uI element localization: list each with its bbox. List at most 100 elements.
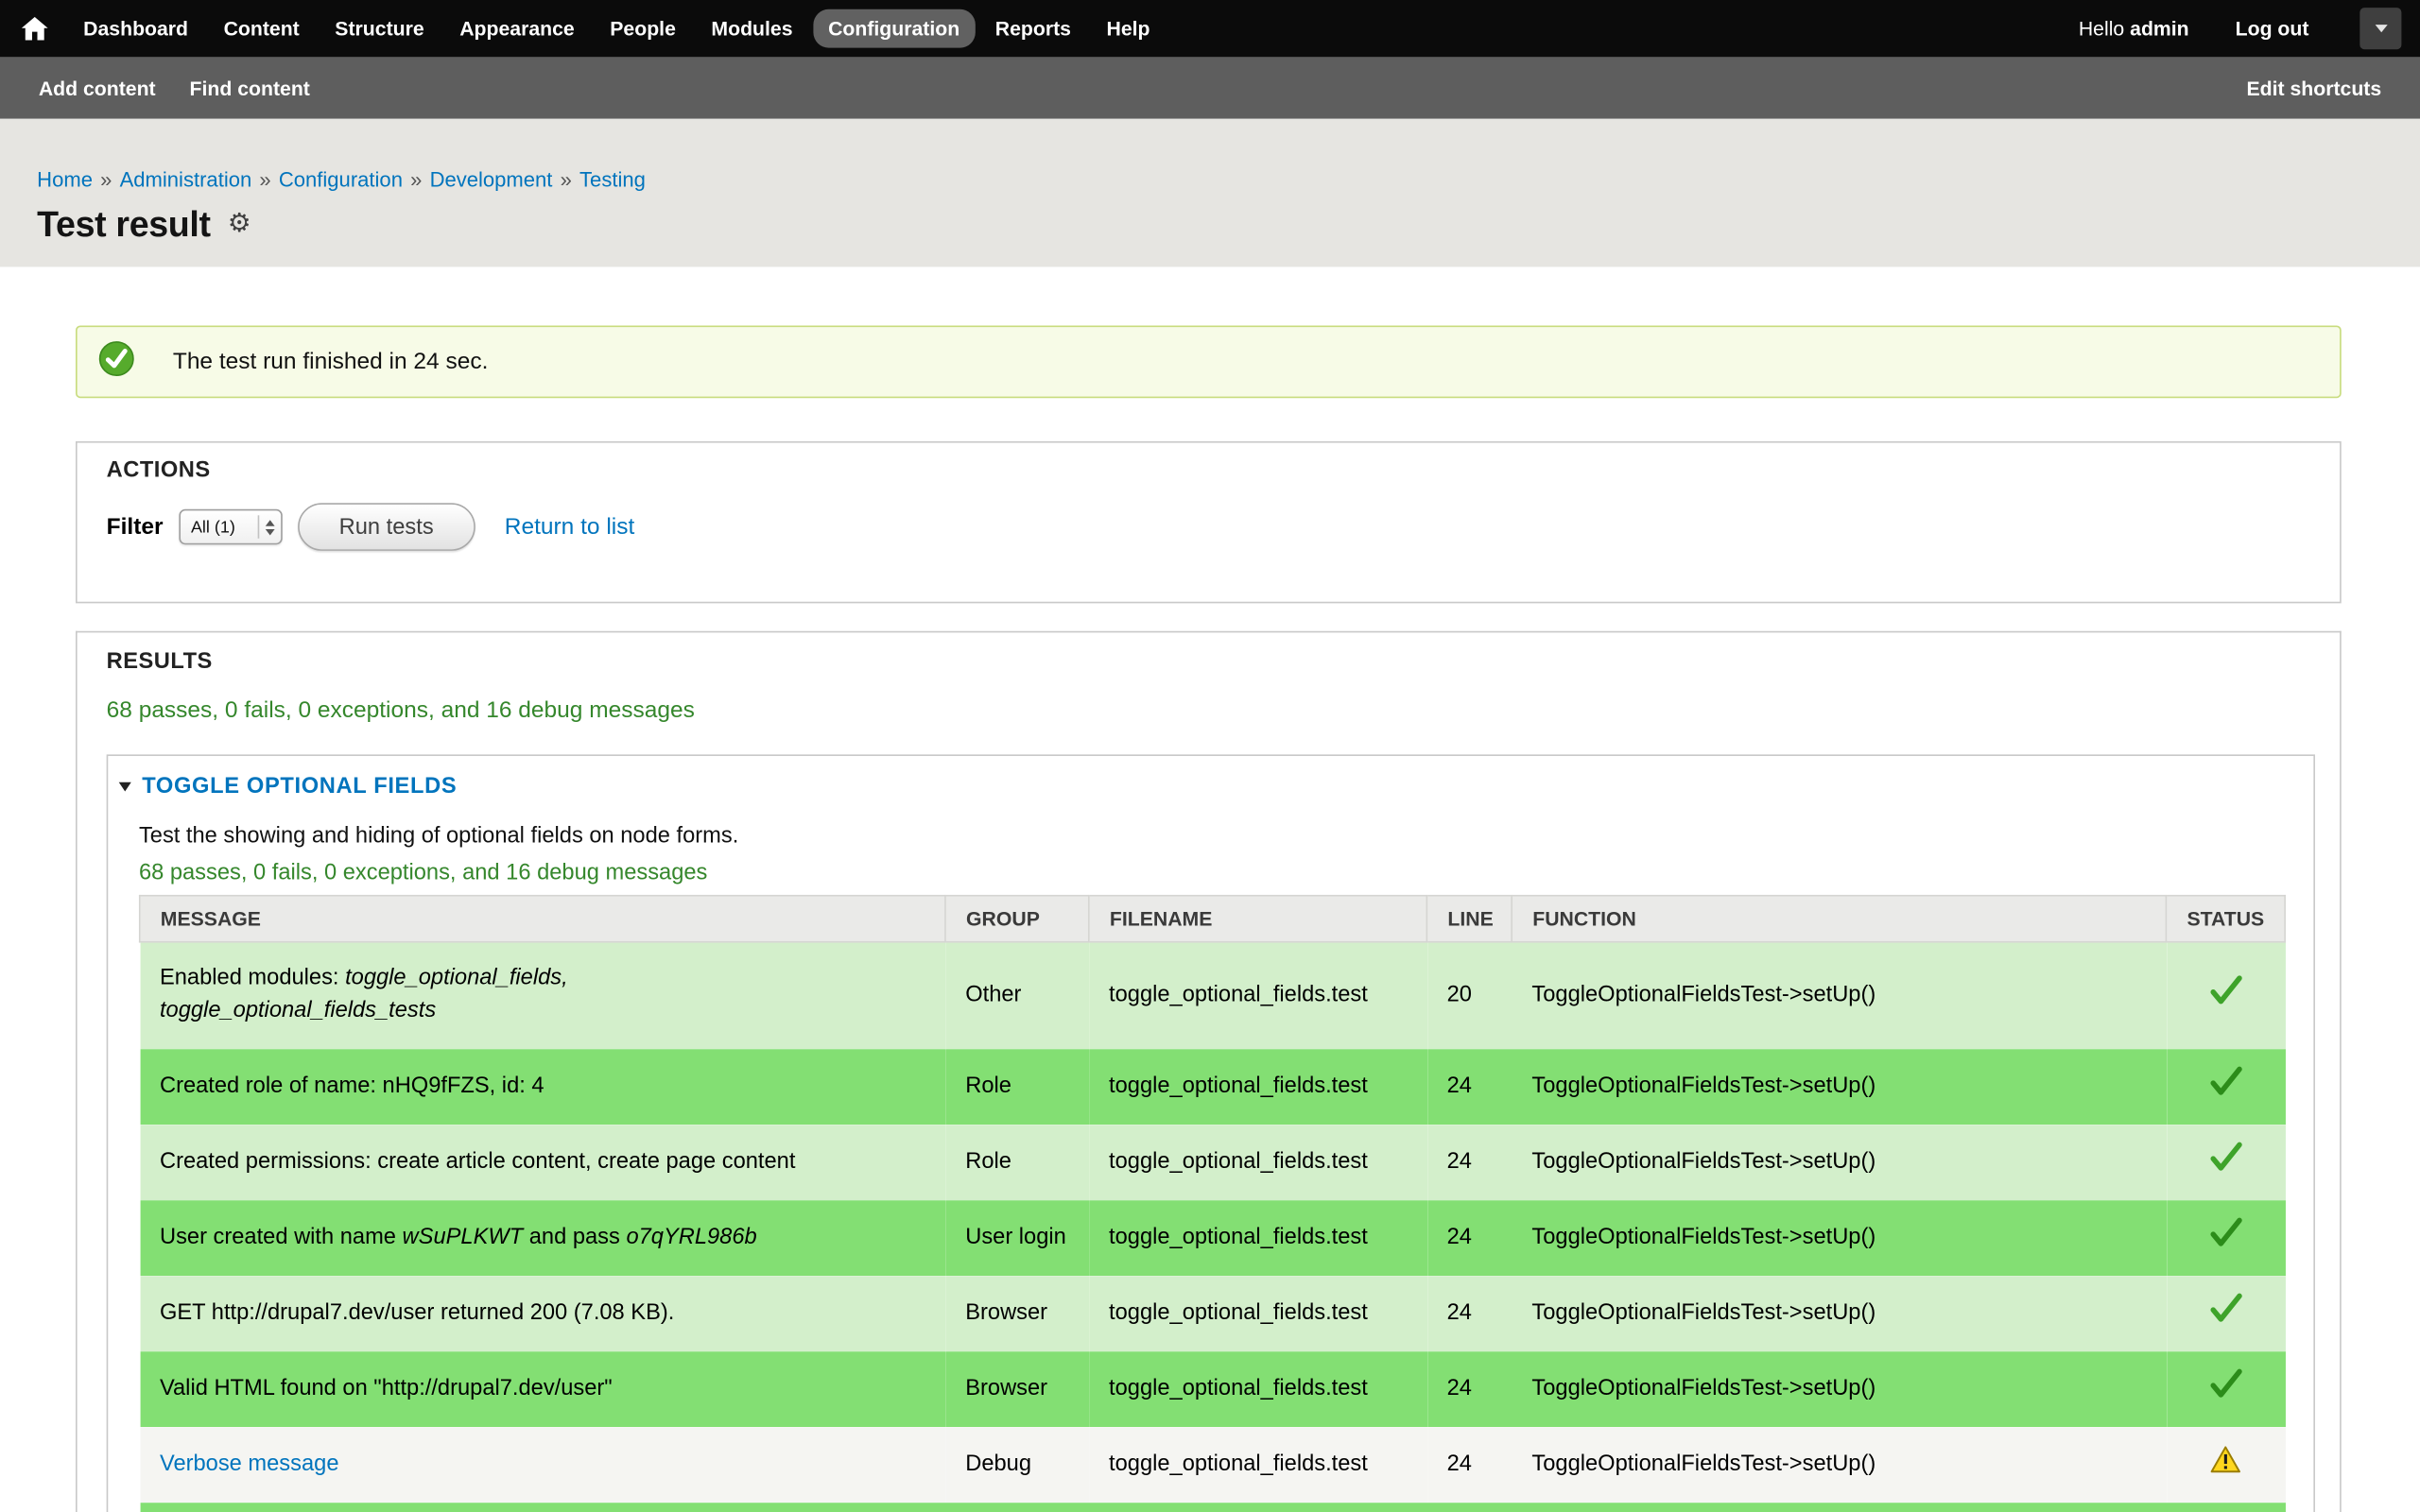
- test-group-description: Test the showing and hiding of optional …: [139, 824, 2286, 849]
- breadcrumb-separator: »: [410, 168, 422, 191]
- cell-line: 20: [1426, 942, 1512, 1049]
- col-header-line: LINE: [1426, 896, 1512, 942]
- toolbar-item-help[interactable]: Help: [1091, 9, 1166, 48]
- cell-filename: toggle_optional_fields.test: [1089, 942, 1427, 1049]
- cell-status: [2166, 1426, 2285, 1502]
- add-content-link[interactable]: Add content: [39, 77, 156, 99]
- cell-filename: toggle_optional_fields.test: [1089, 1426, 1427, 1502]
- find-content-link[interactable]: Find content: [190, 77, 310, 99]
- home-icon[interactable]: [0, 17, 68, 40]
- toolbar-item-content[interactable]: Content: [208, 9, 315, 48]
- table-row: Created role of name: nHQ9fFZS, id: 4 Ro…: [140, 1048, 2285, 1124]
- results-table: MESSAGE GROUP FILENAME LINE FUNCTION STA…: [139, 895, 2286, 1512]
- breadcrumb-administration[interactable]: Administration: [120, 168, 252, 191]
- results-summary: 68 passes, 0 fails, 0 exceptions, and 16…: [107, 697, 2315, 724]
- col-header-status: STATUS: [2166, 896, 2285, 942]
- pass-icon: [2207, 1366, 2244, 1400]
- pass-icon: [2207, 1140, 2244, 1174]
- toolbar-right: Hello admin Log out: [2079, 8, 2402, 49]
- toolbar-menu: Dashboard Content Structure Appearance P…: [68, 9, 1170, 48]
- cell-line: 24: [1426, 1048, 1512, 1124]
- breadcrumb-separator: »: [259, 168, 270, 191]
- breadcrumb-testing[interactable]: Testing: [579, 168, 646, 191]
- toolbar-item-appearance[interactable]: Appearance: [444, 9, 590, 48]
- table-row: User created with name wSuPLKWT and pass…: [140, 1199, 2285, 1275]
- cell-filename: toggle_optional_fields.test: [1089, 1124, 1427, 1199]
- cell-status: [2166, 1199, 2285, 1275]
- cell-group: Browser: [945, 1275, 1089, 1350]
- cell-group: Browser: [945, 1350, 1089, 1426]
- logout-link[interactable]: Log out: [2220, 9, 2324, 48]
- col-header-message: MESSAGE: [140, 896, 945, 942]
- toolbar-item-configuration[interactable]: Configuration: [813, 9, 976, 48]
- verbose-message-link[interactable]: Verbose message: [140, 1426, 945, 1502]
- cell-group: Other: [945, 942, 1089, 1049]
- status-message: The test run finished in 24 sec.: [76, 325, 2342, 398]
- results-legend: RESULTS: [107, 649, 2315, 674]
- table-header-row: MESSAGE GROUP FILENAME LINE FUNCTION STA…: [140, 896, 2285, 942]
- cell-group: Debug: [945, 1426, 1089, 1502]
- col-header-function: FUNCTION: [1512, 896, 2166, 942]
- cell-message: Valid HTML found on "http://drupal7.dev/…: [140, 1350, 945, 1426]
- title-band: Home » Administration » Configuration » Develo…: [0, 119, 2420, 267]
- table-row-partial: [140, 1502, 2285, 1512]
- test-group-summary: 68 passes, 0 fails, 0 exceptions, and 16…: [139, 861, 2286, 885]
- results-panel: RESULTS 68 passes, 0 fails, 0 exceptions…: [76, 631, 2342, 1512]
- filter-label: Filter: [107, 514, 164, 541]
- table-row: GET http://drupal7.dev/user returned 200…: [140, 1275, 2285, 1350]
- test-group-panel: TOGGLE OPTIONAL FIELDS Test the showing …: [107, 754, 2315, 1512]
- contextual-gear-icon[interactable]: ⚙: [228, 212, 251, 238]
- toolbar-toggle-button[interactable]: [2360, 8, 2401, 49]
- cell-filename: toggle_optional_fields.test: [1089, 1048, 1427, 1124]
- table-row: Enabled modules: toggle_optional_fields,…: [140, 942, 2285, 1049]
- cell-status: [2166, 942, 2285, 1049]
- cell-status: [2166, 1275, 2285, 1350]
- cell-line: 24: [1426, 1124, 1512, 1199]
- cell-status: [2166, 1124, 2285, 1199]
- breadcrumb-development[interactable]: Development: [430, 168, 553, 191]
- chevron-down-icon: [2375, 25, 2387, 32]
- cell-message: Created permissions: create article cont…: [140, 1124, 945, 1199]
- edit-shortcuts-link[interactable]: Edit shortcuts: [2246, 77, 2381, 99]
- return-to-list-link[interactable]: Return to list: [505, 514, 634, 541]
- col-header-filename: FILENAME: [1089, 896, 1427, 942]
- col-header-group: GROUP: [945, 896, 1089, 942]
- main-content: The test run finished in 24 sec. ACTIONS…: [0, 266, 2420, 1512]
- cell-line: 24: [1426, 1275, 1512, 1350]
- actions-panel: ACTIONS Filter All (1) Run tests Return …: [76, 441, 2342, 603]
- pass-icon: [2207, 973, 2244, 1007]
- pass-icon: [2207, 1215, 2244, 1249]
- cell-message: GET http://drupal7.dev/user returned 200…: [140, 1275, 945, 1350]
- toolbar-item-structure[interactable]: Structure: [320, 9, 440, 48]
- toolbar-item-reports[interactable]: Reports: [979, 9, 1086, 48]
- cell-group: Role: [945, 1124, 1089, 1199]
- toolbar-item-people[interactable]: People: [595, 9, 691, 48]
- table-row: Verbose message Debug toggle_optional_fi…: [140, 1426, 2285, 1502]
- filter-select[interactable]: All (1): [179, 509, 282, 545]
- page-title: Test result: [37, 204, 211, 246]
- cell-line: 24: [1426, 1350, 1512, 1426]
- cell-line: 24: [1426, 1199, 1512, 1275]
- breadcrumb-configuration[interactable]: Configuration: [279, 168, 403, 191]
- status-message-text: The test run finished in 24 sec.: [173, 349, 489, 375]
- cell-filename: toggle_optional_fields.test: [1089, 1275, 1427, 1350]
- check-circle-icon: [98, 340, 134, 384]
- select-arrows-icon: [257, 515, 274, 538]
- test-group-header[interactable]: TOGGLE OPTIONAL FIELDS: [119, 775, 2286, 799]
- breadcrumb-separator: »: [100, 168, 112, 191]
- cell-function: ToggleOptionalFieldsTest->setUp(): [1512, 1426, 2166, 1502]
- run-tests-button[interactable]: Run tests: [298, 503, 475, 551]
- breadcrumb-home[interactable]: Home: [37, 168, 93, 191]
- cell-function: ToggleOptionalFieldsTest->setUp(): [1512, 1124, 2166, 1199]
- test-group-title[interactable]: TOGGLE OPTIONAL FIELDS: [142, 775, 457, 799]
- warning-icon: [2210, 1445, 2241, 1472]
- toolbar-item-modules[interactable]: Modules: [696, 9, 808, 48]
- toolbar-item-dashboard[interactable]: Dashboard: [68, 9, 204, 48]
- cell-function: ToggleOptionalFieldsTest->setUp(): [1512, 1048, 2166, 1124]
- shortcut-bar: Add content Find content Edit shortcuts: [0, 57, 2420, 118]
- cell-function: ToggleOptionalFieldsTest->setUp(): [1512, 1199, 2166, 1275]
- cell-group: Role: [945, 1048, 1089, 1124]
- table-row: Valid HTML found on "http://drupal7.dev/…: [140, 1350, 2285, 1426]
- cell-message: Created role of name: nHQ9fFZS, id: 4: [140, 1048, 945, 1124]
- collapse-arrow-icon: [119, 782, 131, 792]
